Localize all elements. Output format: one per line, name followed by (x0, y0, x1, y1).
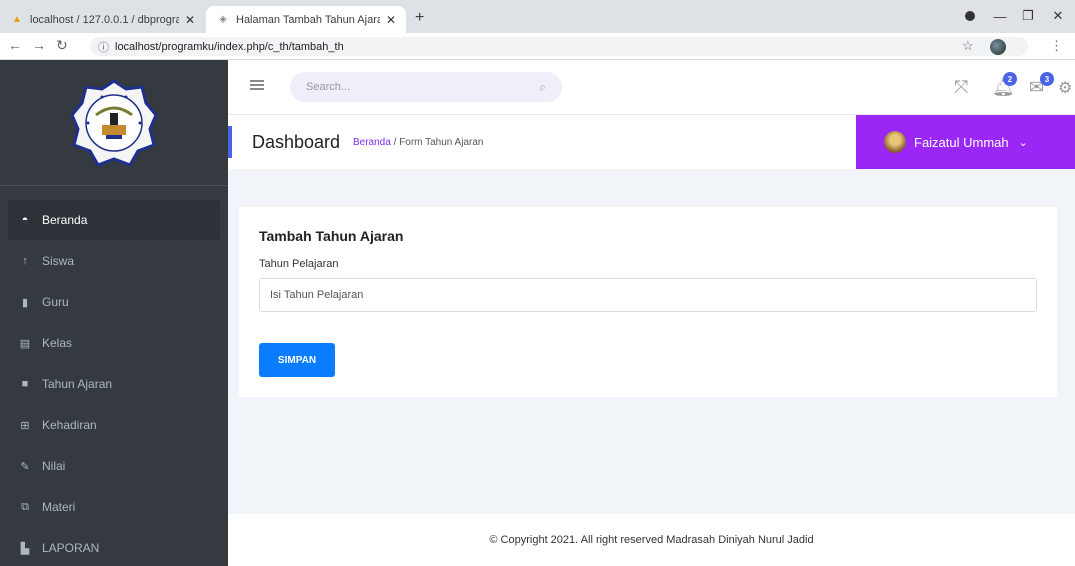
table-icon: ⊞ (20, 419, 30, 432)
back-icon[interactable]: ← (8, 37, 22, 53)
input-placeholder: Isi Tahun Pelajaran (270, 289, 364, 301)
sidebar-item-laporan[interactable]: ▙ LAPORAN (8, 528, 220, 566)
breadcrumb-separator: / (393, 137, 397, 148)
bookmark-icon: ▤ (19, 337, 31, 350)
tab-title: Halaman Tambah Tahun Ajaran (236, 13, 380, 26)
search-placeholder: Search... (306, 81, 351, 93)
tab-title: localhost / 127.0.0.1 / dbprogram (30, 13, 179, 26)
top-header: Search... ⌕ ⤧ 🔔︎ 2 ✉ 3 ⚙ (228, 60, 1075, 115)
sidebar-item-label: Kehadiran (42, 418, 97, 432)
copy-icon: ⧉ (21, 500, 29, 513)
sidebar-item-label: Siswa (42, 254, 75, 268)
close-tab-icon[interactable]: ✕ (386, 13, 396, 27)
sidebar-item-label: Tahun Ajaran (42, 377, 113, 391)
form-title: Tambah Tahun Ajaran (259, 228, 404, 244)
sidebar-item-label: Nilai (42, 459, 66, 473)
sidebar-item-beranda[interactable]: ◓ Beranda (8, 200, 220, 240)
folder-icon: ■ (21, 378, 29, 390)
breadcrumb-current: Form Tahun Ajaran (399, 137, 484, 148)
arrow-up-icon: ↑ (22, 255, 28, 267)
restore-button[interactable]: ❐ (1013, 6, 1043, 26)
address-bar-row: ← → ↻ ⓘ localhost/programku/index.php/c_… (0, 33, 1075, 60)
info-icon[interactable]: ⓘ (98, 39, 109, 55)
fullscreen-icon[interactable]: ⤧ (954, 77, 968, 98)
sidebar-item-materi[interactable]: ⧉ Materi (8, 487, 220, 527)
sidebar-item-nilai[interactable]: ✎ Nilai (8, 446, 220, 486)
bookmark-star-icon[interactable]: ☆ (962, 38, 974, 54)
form-card: Tambah Tahun Ajaran Tahun Pelajaran Isi … (239, 207, 1057, 397)
logo-area (0, 60, 228, 186)
notification-badge: 2 (1003, 72, 1017, 86)
url-text: localhost/programku/index.php/c_th/tamba… (115, 40, 344, 53)
new-tab-button[interactable]: + (415, 9, 424, 27)
accent-bar (228, 126, 232, 158)
search-icon[interactable]: ⌕ (539, 80, 546, 95)
sidebar-item-siswa[interactable]: ↑ Siswa (8, 241, 220, 281)
madrasah-logo (70, 78, 158, 167)
pencil-icon: ✎ (20, 460, 30, 473)
breadcrumb-home-link[interactable]: Beranda (353, 137, 391, 148)
breadcrumb: Beranda / Form Tahun Ajaran (353, 137, 483, 148)
book-icon: ▮ (21, 296, 29, 309)
save-button[interactable]: SIMPAN (259, 343, 335, 377)
browser-menu-icon[interactable]: ⋮ (1050, 38, 1063, 54)
url-field[interactable]: ⓘ localhost/programku/index.php/c_th/tam… (90, 37, 1028, 56)
sidebar-item-label: LAPORAN (42, 541, 100, 555)
user-name: Faizatul Ummah (914, 134, 1009, 150)
minimize-button[interactable]: — (985, 6, 1015, 26)
profile-avatar[interactable] (990, 39, 1006, 55)
field-label: Tahun Pelajaran (259, 258, 339, 270)
sidebar-item-label: Kelas (42, 336, 73, 350)
chevron-down-icon: ⌄ (1018, 136, 1028, 149)
browser-tab-active[interactable]: ◈ Halaman Tambah Tahun Ajaran ✕ (206, 6, 406, 33)
site-logo-icon: ◈ (219, 14, 227, 25)
forward-icon[interactable]: → (32, 37, 46, 53)
page-title: Dashboard (252, 132, 341, 152)
message-badge: 3 (1040, 72, 1054, 86)
avatar (884, 131, 906, 153)
sidebar-menu: ◓ Beranda ↑ Siswa ▮ Guru ▤ Kelas ■ Tahun… (8, 200, 220, 566)
sidebar-item-kelas[interactable]: ▤ Kelas (8, 323, 220, 363)
footer: © Copyright 2021. All right reserved Mad… (228, 514, 1075, 566)
phpmyadmin-icon: ▲ (12, 14, 22, 25)
menu-toggle-icon[interactable] (250, 80, 264, 90)
browser-tab-phpmyadmin[interactable]: ▲ localhost / 127.0.0.1 / dbprogram ✕ (0, 6, 205, 33)
browser-tab-bar: ▲ localhost / 127.0.0.1 / dbprogram ✕ ◈ … (0, 0, 1075, 33)
user-menu[interactable]: Faizatul Ummah ⌄ (856, 115, 1075, 169)
search-input[interactable]: Search... ⌕ (290, 72, 562, 102)
sidebar: ◓ Beranda ↑ Siswa ▮ Guru ▤ Kelas ■ Tahun… (0, 60, 228, 566)
file-icon: ▙ (20, 542, 30, 555)
sidebar-item-label: Beranda (42, 213, 88, 227)
gear-icon[interactable]: ⚙ (1058, 78, 1072, 98)
record-icon[interactable] (955, 6, 985, 26)
reload-icon[interactable]: ↻ (56, 37, 68, 54)
tahun-pelajaran-input[interactable]: Isi Tahun Pelajaran (259, 278, 1037, 312)
sidebar-item-label: Materi (42, 500, 76, 514)
sidebar-item-label: Guru (42, 295, 69, 309)
page-header: Dashboard Beranda / Form Tahun Ajaran Fa… (228, 115, 1075, 169)
close-window-button[interactable]: ✕ (1043, 6, 1073, 26)
close-tab-icon[interactable]: ✕ (185, 13, 195, 27)
sidebar-item-tahun-ajaran[interactable]: ■ Tahun Ajaran (8, 364, 220, 404)
sidebar-item-guru[interactable]: ▮ Guru (8, 282, 220, 322)
dashboard-icon: ◓ (21, 214, 29, 226)
sidebar-item-kehadiran[interactable]: ⊞ Kehadiran (8, 405, 220, 445)
copyright-text: © Copyright 2021. All right reserved Mad… (489, 534, 814, 546)
